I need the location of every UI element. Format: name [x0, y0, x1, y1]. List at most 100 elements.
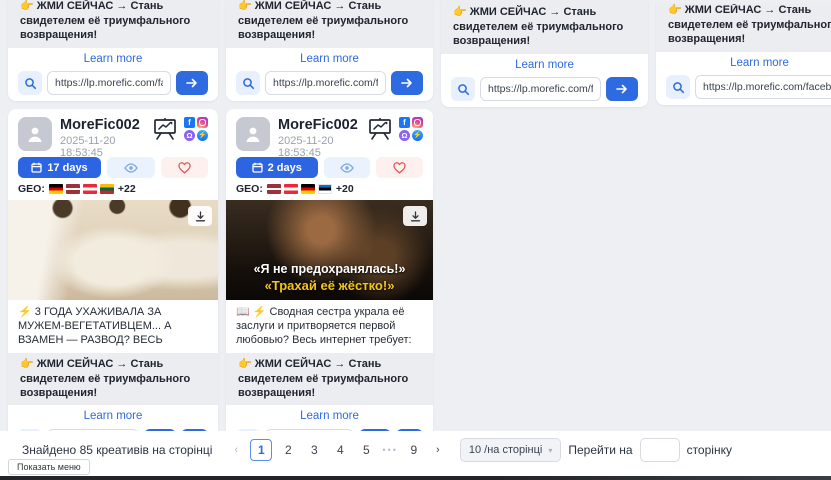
days-active-button[interactable]: 17 days	[18, 157, 101, 178]
landing-url-input[interactable]	[47, 71, 171, 95]
search-icon[interactable]	[451, 77, 475, 101]
search-icon[interactable]	[666, 75, 690, 99]
search-icon[interactable]	[18, 71, 42, 95]
open-url-button[interactable]	[606, 77, 638, 101]
url-row	[236, 71, 423, 95]
open-url-button[interactable]	[176, 71, 208, 95]
facebook-icon: f	[399, 117, 410, 128]
landing-url-input[interactable]	[265, 71, 386, 95]
chevron-down-icon: ▾	[548, 446, 552, 455]
page-number-4[interactable]: 4	[330, 440, 350, 460]
audience-network-icon: Ω	[399, 130, 410, 141]
creative-image-wedding[interactable]	[8, 200, 218, 300]
page-number-9[interactable]: 9	[404, 440, 424, 460]
pagination-bar: Знайдено 85 креативів на сторінці ‹ 1234…	[22, 438, 732, 462]
presentation-chart-icon[interactable]	[367, 117, 393, 141]
flag-lv-icon	[267, 184, 281, 194]
page-ellipsis[interactable]: •••	[382, 445, 397, 455]
geo-flags	[267, 184, 332, 194]
flag-lv-icon	[66, 184, 80, 194]
audience-network-icon: Ω	[184, 130, 195, 141]
messenger-icon: ⚡	[197, 130, 208, 141]
creative-card-partial: 👉 ЖМИ СЕЙЧАС → Стань свидетелем её триум…	[656, 4, 831, 105]
geo-row: GEO: +20	[236, 183, 423, 194]
page-number-3[interactable]: 3	[304, 440, 324, 460]
cta-band: 👉 ЖМИ СЕЙЧАС → Стань свидетелем её триум…	[8, 0, 218, 48]
column-2: 👉 ЖМИ СЕЙЧАС → Стань свидетелем её триум…	[226, 0, 433, 442]
geo-more-count: +20	[336, 183, 354, 195]
url-row	[666, 75, 831, 99]
flag-de-icon	[301, 184, 315, 194]
next-page-icon[interactable]: ›	[431, 444, 445, 456]
avatar	[236, 117, 270, 151]
creative-card-partial: 👉 ЖМИ СЕЙЧАС → Стань свидетелем её триум…	[226, 0, 433, 101]
views-eye-button[interactable]	[324, 157, 371, 178]
avatar	[18, 117, 52, 151]
open-url-button[interactable]	[391, 71, 423, 95]
creatives-library-page: 👉 ЖМИ СЕЙЧАС → Стань свидетелем её триум…	[0, 0, 831, 480]
instagram-icon	[412, 117, 423, 128]
overlay-line-2: «Трахай её жёстко!»	[226, 278, 433, 294]
platforms-group: f Ω ⚡	[184, 117, 208, 141]
creative-datetime: 2025-11-20 18:53:45	[278, 135, 359, 159]
learn-more-link[interactable]: Learn more	[8, 53, 218, 65]
card-header: MoreFic002 2025-11-20 18:53:45 f Ω ⚡	[18, 117, 208, 151]
creative-card: MoreFic002 2025-11-20 18:53:45 f Ω ⚡	[8, 109, 218, 442]
header-icons: f Ω ⚡	[152, 117, 208, 141]
creative-card-partial: 👉 ЖМИ СЕЙЧАС → Стань свидетелем её триум…	[8, 0, 218, 101]
page-numbers: 12345 ••• 9	[250, 439, 423, 461]
cta-band: 👉 ЖМИ СЕЙЧАС → Стань свидетелем её триум…	[226, 0, 433, 48]
column-1: 👉 ЖМИ СЕЙЧАС → Стань свидетелем её триум…	[8, 0, 218, 442]
favorite-heart-button[interactable]	[376, 157, 423, 178]
card-actions: 17 days	[18, 157, 208, 178]
creative-card: MoreFic002 2025-11-20 18:53:45 f Ω ⚡	[226, 109, 433, 442]
flag-at-icon	[284, 184, 298, 194]
flag-lt-icon	[100, 184, 114, 194]
search-icon[interactable]	[236, 71, 260, 95]
flag-at-icon	[83, 184, 97, 194]
image-overlay-text: «Я не предохранялась!» «Трахай её жёстко…	[226, 262, 433, 294]
instagram-icon	[197, 117, 208, 128]
platforms-group: f Ω ⚡	[399, 117, 423, 141]
bottom-edge-strip	[0, 476, 831, 480]
geo-label: GEO:	[18, 183, 45, 195]
landing-url-input[interactable]	[695, 75, 831, 99]
card-actions: 2 days	[236, 157, 423, 178]
account-info: MoreFic002 2025-11-20 18:53:45	[278, 117, 359, 159]
learn-more-link[interactable]: Learn more	[226, 53, 433, 65]
creative-image-dark[interactable]: «Я не предохранялась!» «Трахай её жёстко…	[226, 200, 433, 300]
header-icons: f Ω ⚡	[367, 117, 423, 141]
cta-band: 👉 ЖМИ СЕЙЧАС → Стань свидетелем её триум…	[8, 353, 218, 405]
prev-page-icon[interactable]: ‹	[229, 444, 243, 456]
goto-page-input[interactable]	[640, 438, 680, 462]
goto-prefix-label: Перейти на	[568, 443, 632, 457]
learn-more-link[interactable]: Learn more	[236, 410, 423, 423]
days-active-button[interactable]: 2 days	[236, 157, 318, 178]
geo-row: GEO: +22	[18, 183, 208, 194]
overlay-line-1: «Я не предохранялась!»	[226, 262, 433, 278]
geo-more-count: +22	[118, 183, 136, 195]
cta-band: 👉 ЖМИ СЕЙЧАС → Стань свидетелем её триум…	[226, 353, 433, 405]
views-eye-button[interactable]	[107, 157, 155, 178]
url-row	[18, 71, 208, 95]
landing-url-input[interactable]	[480, 77, 601, 101]
show-menu-button[interactable]: Показать меню	[8, 459, 90, 475]
favorite-heart-button[interactable]	[161, 157, 209, 178]
results-count-label: Знайдено 85 креативів на сторінці	[22, 443, 212, 457]
learn-more-link[interactable]: Learn more	[18, 410, 208, 423]
account-info: MoreFic002 2025-11-20 18:53:45	[60, 117, 144, 159]
ad-text: ⚡ 3 ГОДА УХАЖИВАЛА ЗА МУЖЕМ-ВЕГЕТАТИВЦЕМ…	[18, 306, 208, 347]
page-number-2[interactable]: 2	[278, 440, 298, 460]
download-image-icon[interactable]	[403, 206, 427, 226]
facebook-icon: f	[184, 117, 195, 128]
page-number-1[interactable]: 1	[250, 439, 272, 461]
presentation-chart-icon[interactable]	[152, 117, 178, 141]
per-page-select[interactable]: 10 /на сторінці ▾	[460, 438, 562, 462]
ad-text-emoji: 📖 ⚡	[236, 306, 266, 318]
learn-more-link[interactable]: Learn more	[441, 59, 648, 71]
download-image-icon[interactable]	[188, 206, 212, 226]
column-3: ИНТЕРНЕТ ЖДЁТ ЕЁ СМЕР... more 👉 ЖМИ СЕЙЧ…	[441, 0, 648, 107]
learn-more-link[interactable]: Learn more	[656, 57, 831, 69]
card-header: MoreFic002 2025-11-20 18:53:45 f Ω ⚡	[236, 117, 423, 151]
page-number-5[interactable]: 5	[356, 440, 376, 460]
